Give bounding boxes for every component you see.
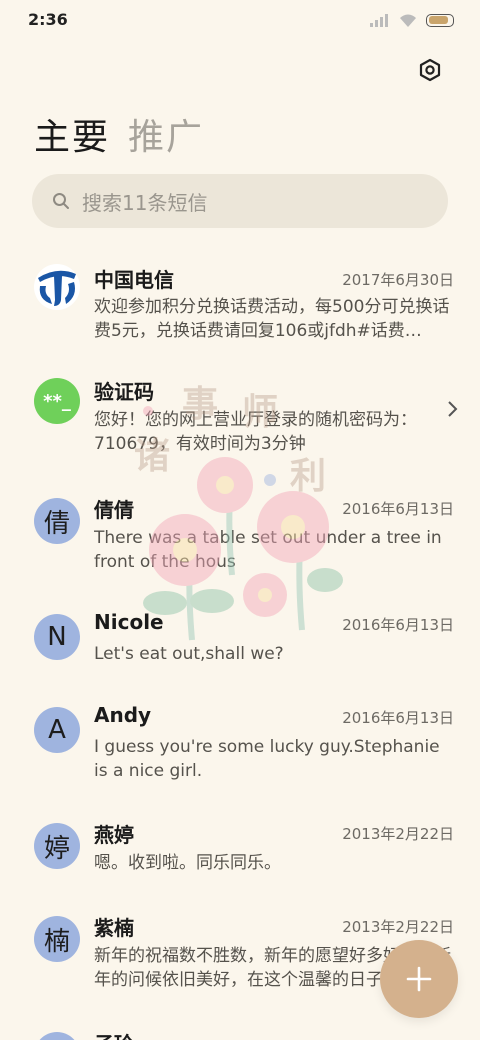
status-time: 2:36	[28, 10, 68, 29]
list-item[interactable]: N Nicole 2016年6月13日 Let's eat out,shall …	[0, 602, 480, 695]
message-preview: 欢迎参加积分兑换话费活动，每500分可兑换话费5元，兑换话费请回复106或jfd…	[94, 297, 450, 341]
message-date: 2016年6月13日	[342, 500, 454, 518]
contact-name: 倩倩	[94, 498, 134, 522]
avatar: 倩	[34, 498, 80, 544]
gear-hexagon-icon	[419, 58, 441, 82]
message-preview: 您好！您的网上营业厅登录的随机密码为：710679，有效时间为3分钟	[94, 410, 417, 454]
settings-button[interactable]	[416, 56, 444, 84]
avatar: A	[34, 707, 80, 753]
status-bar: 2:36	[0, 0, 480, 40]
status-icons	[370, 11, 454, 29]
contact-name: 中国电信	[94, 268, 174, 292]
message-list: 中国电信 2017年6月30日 欢迎参加积分兑换话费活动，每500分可兑换话费5…	[0, 252, 480, 1040]
message-date: 2013年2月22日	[342, 825, 454, 843]
signal-icon	[370, 14, 388, 27]
avatar: 婷	[34, 823, 80, 869]
message-preview: There was a table set out under a tree i…	[94, 528, 442, 572]
avatar	[34, 1032, 80, 1040]
avatar: N	[34, 614, 80, 660]
list-item[interactable]: **_ 验证码 您好！您的网上营业厅登录的随机密码为：710679，有效时间为3…	[0, 366, 480, 486]
contact-name: Nicole	[94, 610, 164, 634]
message-date: 2016年6月13日	[342, 709, 454, 727]
contact-name: 紫楠	[94, 916, 134, 940]
message-preview: I guess you're some lucky guy.Stephanie …	[94, 737, 440, 781]
message-date: 2017年6月30日	[342, 271, 454, 289]
contact-name: Andy	[94, 703, 152, 727]
message-date: 2016年6月13日	[342, 616, 454, 634]
list-item[interactable]: A Andy 2016年6月13日 I guess you're some lu…	[0, 695, 480, 811]
search-icon	[53, 193, 69, 209]
list-item[interactable]: 中国电信 2017年6月30日 欢迎参加积分兑换话费活动，每500分可兑换话费5…	[0, 252, 480, 366]
search-placeholder: 搜索11条短信	[82, 190, 208, 215]
avatar: 楠	[34, 916, 80, 962]
battery-icon	[426, 13, 454, 27]
tab-bar: 主要 推广	[34, 108, 204, 160]
tab-promotion[interactable]: 推广	[128, 108, 204, 160]
message-preview: 嗯。收到啦。同乐同乐。	[94, 853, 281, 873]
contact-name: 子玲	[94, 1028, 134, 1040]
list-item[interactable]: 倩 倩倩 2016年6月13日 There was a table set ou…	[0, 486, 480, 602]
list-item[interactable]: 子玲	[0, 1020, 480, 1040]
chevron-right-icon	[448, 401, 458, 417]
message-date: 2013年2月22日	[342, 918, 454, 936]
tab-main[interactable]: 主要	[34, 108, 110, 160]
avatar	[34, 264, 80, 310]
search-bar[interactable]: 搜索11条短信	[32, 174, 448, 228]
wifi-icon	[400, 14, 416, 27]
message-preview: Let's eat out,shall we?	[94, 644, 284, 664]
compose-button[interactable]	[380, 940, 458, 1018]
contact-name: 燕婷	[94, 823, 134, 847]
plus-icon	[406, 966, 432, 992]
battery-level	[428, 16, 449, 24]
china-telecom-logo-icon	[38, 270, 76, 306]
list-item[interactable]: 婷 燕婷 2013年2月22日 嗯。收到啦。同乐同乐。	[0, 811, 480, 904]
contact-name: 验证码	[94, 380, 154, 404]
avatar: **_	[34, 378, 80, 424]
